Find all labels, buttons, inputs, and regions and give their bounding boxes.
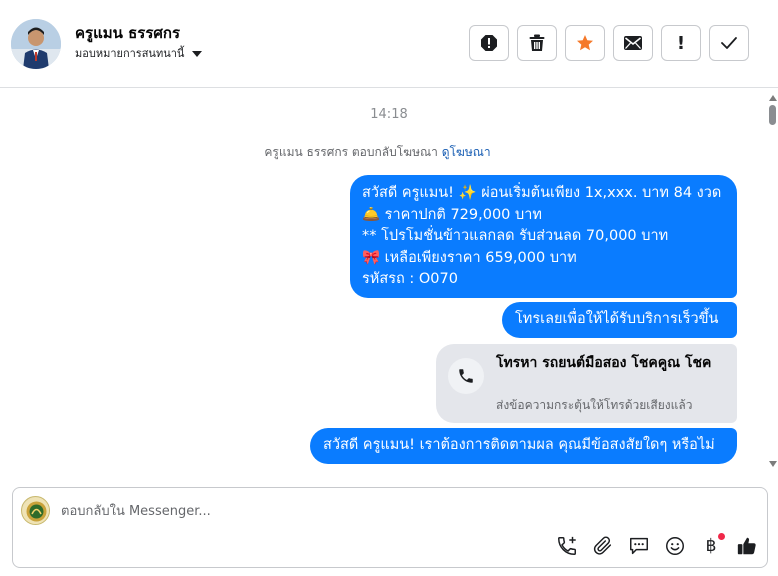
message-line: สวัสดี ครูแมน! ✨ ผ่อนเริ่มต้นเพียง 1x,xx…	[362, 185, 722, 201]
scroll-thumb[interactable]	[769, 105, 776, 125]
outgoing-message-follow-up[interactable]: สวัสดี ครูแมน! เราต้องการติดตามผล คุณมีข…	[310, 428, 737, 464]
outgoing-message-call-prompt[interactable]: โทรเลยเพื่อให้ได้รับบริการเร็วขึ้น	[502, 302, 737, 338]
conversation-header: ครูแมน ธรรศกร มอบหมายการสนทนานี้ !	[0, 0, 778, 88]
chat-bubble-icon[interactable]	[627, 534, 651, 558]
mark-done-button[interactable]	[709, 25, 749, 61]
star-icon	[577, 35, 593, 51]
ad-reply-text: ครูแมน ธรรศกร ตอบกลับโฆษณา	[264, 145, 438, 159]
message-thread[interactable]: 14:18 ครูแมน ธรรศกร ตอบกลับโฆษณา ดูโฆษณา…	[0, 89, 778, 471]
message-line: รหัสรถ : O070	[362, 271, 458, 287]
contact-name[interactable]: ครูแมน ธรรศกร	[75, 21, 180, 45]
delete-button[interactable]	[517, 25, 557, 61]
paperclip-icon[interactable]	[591, 534, 615, 558]
message-line: 🎀 เหลือเพียงราคา 659,000 บาท	[362, 249, 577, 266]
exclamation-icon: !	[676, 32, 686, 54]
emoji-icon[interactable]	[663, 534, 687, 558]
notification-dot	[718, 533, 725, 540]
baht-symbol: ฿	[705, 536, 717, 556]
message-input[interactable]	[61, 501, 661, 521]
thread-scrollbar[interactable]	[766, 89, 778, 471]
call-card-title: โทรหา รถยนต์มือสอง โชคคูณ โชค	[496, 355, 712, 371]
contact-avatar[interactable]	[11, 19, 61, 69]
phone-icon	[448, 358, 484, 394]
view-ad-link[interactable]: ดูโฆษณา	[442, 145, 491, 159]
check-icon	[721, 37, 737, 49]
mark-spam-button[interactable]	[469, 25, 509, 61]
trash-icon	[529, 34, 545, 51]
message-line: ** โปรโมชั่นข้าวแลกลด รับส่วนลด 70,000 บ…	[362, 228, 669, 244]
mark-unread-button[interactable]	[613, 25, 653, 61]
assign-conversation-dropdown[interactable]: มอบหมายการสนทนานี้	[75, 44, 203, 62]
baht-icon[interactable]: ฿	[699, 533, 725, 558]
thumbs-up-icon[interactable]	[735, 534, 759, 558]
page-avatar	[21, 496, 50, 525]
scroll-up-arrow-icon[interactable]	[769, 95, 777, 101]
follow-up-button[interactable]: !	[661, 25, 701, 61]
scroll-down-arrow-icon[interactable]	[769, 461, 777, 467]
composer-toolbar: ฿	[555, 533, 759, 558]
message-line: 🛎️ ราคาปกติ 729,000 บาท	[362, 206, 542, 223]
star-button[interactable]	[565, 25, 605, 61]
call-card-subtitle: ส่งข้อความกระตุ้นให้โทรด้วยเสียงแล้ว	[496, 398, 693, 412]
outgoing-message-promo[interactable]: สวัสดี ครูแมน! ✨ ผ่อนเริ่มต้นเพียง 1x,xx…	[350, 175, 737, 298]
call-plus-icon[interactable]	[555, 534, 579, 558]
message-timestamp: 14:18	[370, 107, 408, 122]
caret-down-icon	[192, 50, 203, 57]
call-request-card[interactable]: โทรหา รถยนต์มือสอง โชคคูณ โชค ส่งข้อความ…	[436, 344, 737, 423]
message-composer: ฿	[12, 487, 768, 568]
header-actions: !	[469, 25, 749, 61]
mail-icon	[624, 36, 642, 50]
spam-icon	[481, 35, 497, 51]
ad-reply-note: ครูแมน ธรรศกร ตอบกลับโฆษณา ดูโฆษณา	[0, 143, 755, 162]
assign-label: มอบหมายการสนทนานี้	[75, 47, 185, 60]
